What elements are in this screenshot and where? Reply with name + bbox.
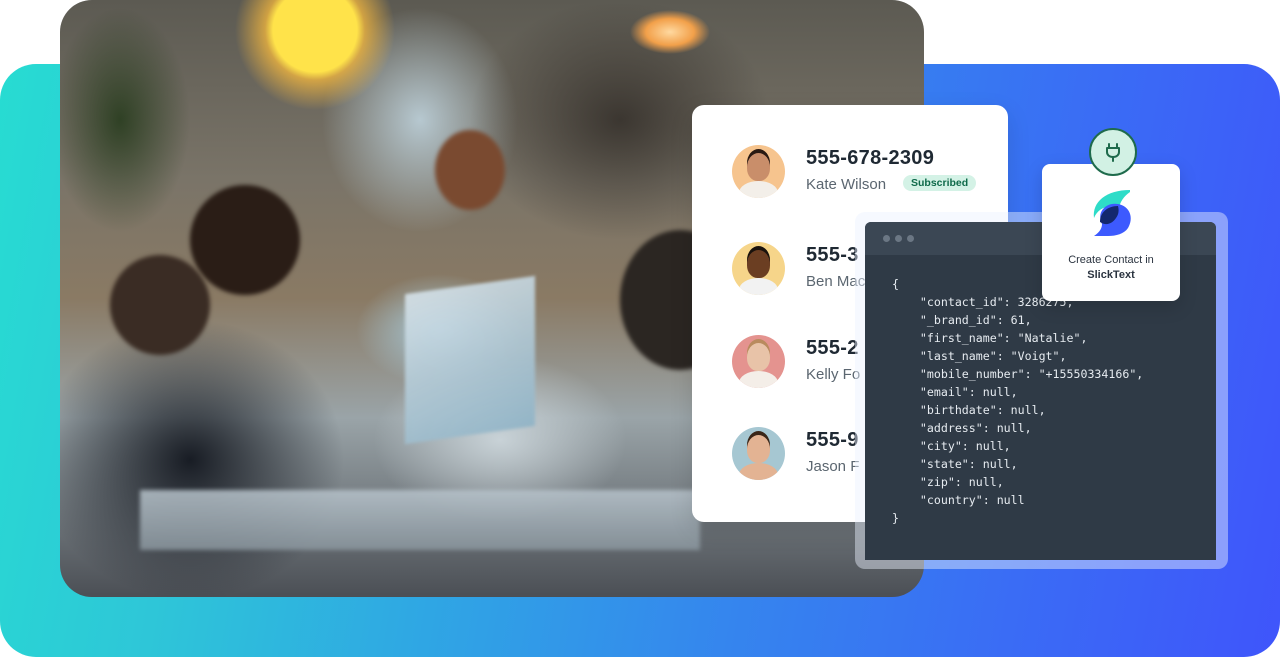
avatar-head <box>747 153 770 181</box>
contact-phone: 555-3 <box>806 244 859 266</box>
integration-brand: SlickText <box>1087 269 1135 281</box>
code-line: "address": null, <box>892 421 1032 435</box>
avatar-head <box>747 343 770 371</box>
contact-phone: 555-2 <box>806 337 859 359</box>
window-dot-icon <box>883 235 890 242</box>
code-line: "city": null, <box>892 439 1011 453</box>
avatar-body <box>739 463 778 480</box>
plug-badge <box>1089 128 1137 176</box>
contact-row[interactable]: 555-678-2309 Kate Wilson Subscribed <box>732 145 1002 201</box>
avatar-head <box>747 250 770 278</box>
code-line: "country": null <box>892 493 1025 507</box>
photo-person <box>110 255 210 355</box>
code-line: "last_name": "Voigt", <box>892 349 1067 363</box>
code-line: "state": null, <box>892 457 1018 471</box>
integration-action: Create Contact in <box>1068 254 1154 266</box>
integration-card[interactable]: Create Contact in SlickText <box>1042 164 1180 301</box>
slicktext-logo-icon <box>1093 190 1131 236</box>
photo-person <box>190 185 300 295</box>
photo-person <box>435 130 505 210</box>
contact-phone: 555-678-2309 <box>806 147 935 169</box>
contact-name: Kelly Fo <box>806 366 861 383</box>
window-dot-icon <box>895 235 902 242</box>
avatar <box>732 145 785 198</box>
avatar <box>732 335 785 388</box>
photo-desk <box>140 490 700 550</box>
photo-monitor <box>405 275 535 445</box>
contact-phone: 555-9 <box>806 429 859 451</box>
avatar-body <box>739 371 778 388</box>
contact-name: Jason F <box>806 458 860 475</box>
plug-icon <box>1106 143 1120 162</box>
window-dot-icon <box>907 235 914 242</box>
avatar <box>732 427 785 480</box>
code-line: "mobile_number": "+15550334166", <box>892 367 1144 381</box>
code-line: "first_name": "Natalie", <box>892 331 1088 345</box>
integration-label: Create Contact in SlickText <box>1042 253 1180 283</box>
code-line: } <box>892 511 899 525</box>
code-line: "email": null, <box>892 385 1018 399</box>
avatar-head <box>747 435 770 463</box>
avatar-body <box>739 278 778 295</box>
code-line: "zip": null, <box>892 475 1004 489</box>
status-badge: Subscribed <box>903 175 977 191</box>
avatar-body <box>739 181 778 198</box>
avatar <box>732 242 785 295</box>
code-line: "birthdate": null, <box>892 403 1046 417</box>
code-line: "_brand_id": 61, <box>892 313 1032 327</box>
contact-name: Kate Wilson <box>806 176 887 193</box>
